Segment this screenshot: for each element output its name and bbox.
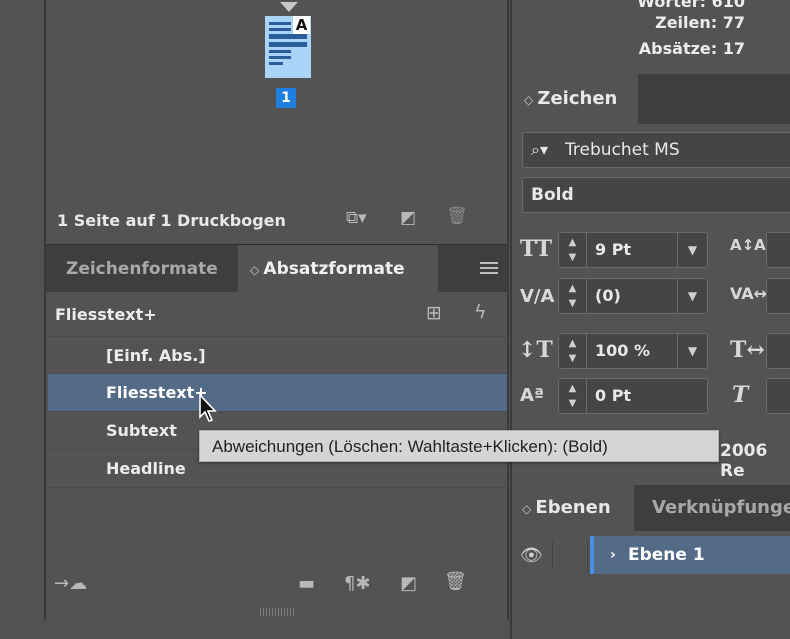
horizontal-scale-icon: T↔	[730, 337, 765, 363]
font-size-value: 9 Pt	[595, 240, 632, 259]
folder-icon[interactable]: ▬	[298, 573, 315, 594]
language-field-partial[interactable]: 2006 Re	[720, 441, 790, 481]
layer-row[interactable]: 👁 › Ebene 1	[512, 536, 790, 574]
override-tooltip: Abweichungen (Löschen: Wahltaste+Klicken…	[199, 430, 719, 462]
font-size-stepper[interactable]: ▲ ▼ 9 Pt ▼	[558, 232, 708, 268]
new-style-icon[interactable]: ◩	[400, 573, 417, 594]
layer-name-cell[interactable]: › Ebene 1	[590, 536, 790, 574]
baseline-shift-icon: Aª	[520, 385, 545, 406]
tab-absatzformate[interactable]: ◇ Absatzformate	[238, 245, 438, 293]
vertical-scale-value: 100 %	[595, 341, 650, 360]
style-label: Fliesstext+	[106, 383, 208, 402]
master-indicator-triangle	[280, 2, 298, 12]
style-label: [Einf. Abs.]	[106, 346, 206, 365]
stepper-arrows-icon[interactable]: ▲ ▼	[559, 379, 587, 413]
chevron-down-icon[interactable]: ▼	[677, 233, 707, 267]
info-words: Wörter: 610	[637, 0, 745, 11]
new-style-group-icon[interactable]: ⊞	[426, 302, 442, 324]
lock-toggle[interactable]	[552, 540, 588, 570]
pages-status-text: 1 Seite auf 1 Druckbogen	[57, 211, 286, 230]
collapse-arrows-icon: ◇	[522, 502, 536, 516]
styles-tabbar: Zeichenformate ◇ Absatzformate	[46, 244, 507, 293]
clear-overrides-lightning-icon[interactable]: ϟ	[474, 301, 487, 323]
stepper-arrows-icon[interactable]: ▲ ▼	[559, 233, 587, 267]
kerning-stepper[interactable]: ▲ ▼ (0) ▼	[558, 278, 708, 314]
resize-grip[interactable]	[260, 608, 294, 616]
leading-stepper[interactable]	[766, 232, 790, 268]
tab-zeichenformate[interactable]: Zeichenformate	[46, 245, 238, 293]
chevron-down-icon[interactable]: ▼	[677, 334, 707, 368]
tab-verknuepfungen[interactable]: Verknüpfunge	[652, 485, 790, 531]
mouse-cursor-icon	[199, 393, 217, 422]
tab-zeichen-label: Zeichen	[537, 88, 618, 109]
vertical-scale-stepper[interactable]: ▲ ▼ 100 % ▼	[558, 333, 708, 369]
list-item[interactable]: [Einf. Abs.]	[48, 336, 507, 374]
font-style-field[interactable]: Bold	[522, 177, 790, 213]
list-item-selected[interactable]: Fliesstext+	[48, 374, 507, 412]
kerning-icon: V/A	[520, 286, 555, 307]
stepper-arrows-icon[interactable]: ▲ ▼	[559, 279, 587, 313]
baseline-shift-stepper[interactable]: ▲ ▼ 0 Pt	[558, 378, 708, 414]
new-page-icon[interactable]: ◩	[400, 208, 416, 228]
info-paragraphs: Absätze: 17	[638, 39, 745, 58]
tab-absatzformate-label: Absatzformate	[263, 259, 405, 279]
font-style-value: Bold	[531, 185, 574, 205]
leading-icon: A↕A	[730, 236, 766, 254]
master-label: A	[293, 16, 310, 34]
kerning-value: (0)	[595, 286, 621, 305]
tab-zeichen[interactable]: ◇ Zeichen	[512, 74, 638, 124]
vertical-scale-icon: ↕T	[518, 337, 553, 363]
style-label: Subtext	[106, 421, 177, 440]
chevron-down-icon[interactable]: ▼	[677, 279, 707, 313]
skew-icon: T	[732, 382, 749, 408]
collapse-arrows-icon: ◇	[524, 93, 538, 107]
pages-panel: A 1 1 Seite auf 1 Druckbogen ⧉▾ ◩ 🗑	[46, 0, 507, 242]
info-lines: Zeilen: 77	[655, 13, 745, 32]
panel-menu-icon[interactable]	[480, 262, 498, 277]
font-family-value: Trebuchet MS	[565, 140, 680, 160]
style-label: Headline	[106, 459, 186, 478]
layers-tabbar: ◇ Ebenen Verknüpfunge	[512, 485, 790, 531]
search-icon: ⌕▾	[531, 140, 548, 159]
clear-overrides-icon[interactable]: ¶✱	[344, 573, 371, 594]
tracking-stepper[interactable]	[766, 278, 790, 314]
chevron-right-icon[interactable]: ›	[610, 536, 616, 574]
tracking-icon: VA↔	[730, 284, 768, 303]
layer-name: Ebene 1	[628, 545, 705, 565]
page-number-badge[interactable]: 1	[276, 88, 296, 108]
edit-page-size-icon[interactable]: ⧉▾	[346, 208, 367, 228]
layer-color-swatch	[590, 536, 594, 574]
stepper-arrows-icon[interactable]: ▲ ▼	[559, 334, 587, 368]
styles-footer: →☁ ▬ ¶✱ ◩ 🗑	[46, 565, 507, 605]
current-style-name: Fliesstext+	[55, 305, 157, 324]
right-panel-column: Wörter: 610 Zeilen: 77 Absätze: 17 ◇ Zei…	[510, 0, 790, 639]
eye-icon[interactable]: 👁	[520, 545, 543, 566]
baseline-shift-value: 0 Pt	[595, 386, 632, 405]
font-family-field[interactable]: ⌕▾ Trebuchet MS	[522, 132, 790, 168]
tab-ebenen-label: Ebenen	[535, 497, 611, 518]
cloud-library-icon[interactable]: →☁	[54, 573, 87, 594]
trash-icon[interactable]: 🗑	[446, 206, 468, 226]
tab-ebenen[interactable]: ◇ Ebenen	[512, 485, 634, 531]
collapse-arrows-icon: ◇	[250, 263, 264, 277]
trash-icon[interactable]: 🗑	[444, 571, 467, 592]
character-tabbar: ◇ Zeichen	[512, 74, 790, 124]
skew-stepper[interactable]	[766, 378, 790, 414]
horizontal-scale-stepper[interactable]	[766, 333, 790, 369]
left-panel-column: A 1 1 Seite auf 1 Druckbogen ⧉▾ ◩ 🗑 Zeic…	[44, 0, 509, 620]
font-size-icon: TT	[520, 236, 552, 262]
